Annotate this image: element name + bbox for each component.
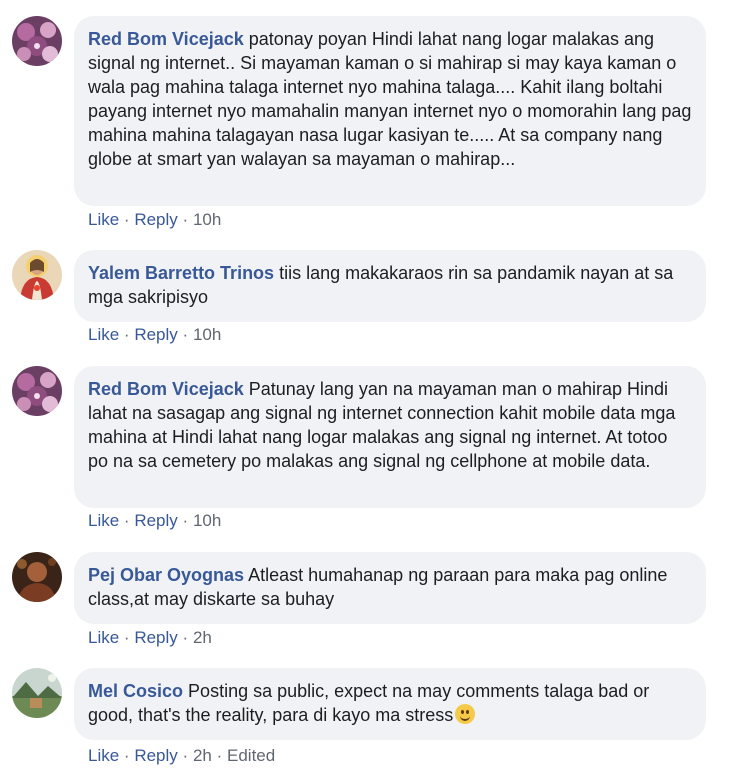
comment-timestamp[interactable]: 2h (193, 628, 212, 647)
separator: · (123, 210, 130, 229)
sacred-heart-avatar-icon (12, 250, 62, 300)
comment-timestamp[interactable]: 10h (193, 511, 221, 530)
comment-actions: Like · Reply · 10h (88, 210, 221, 230)
avatar[interactable] (12, 668, 62, 718)
comment-text: patonay poyan Hindi lahat nang logar mal… (88, 29, 692, 169)
comment-author[interactable]: Red Bom Vicejack (88, 379, 244, 399)
purple-floral-avatar-icon (12, 16, 62, 66)
comment-actions: Like · Reply · 10h (88, 325, 221, 345)
comment-bubble: Yalem Barretto Trinos tiis lang makakara… (74, 250, 706, 322)
reply-button[interactable]: Reply (134, 511, 177, 530)
comment-actions: Like · Reply · 10h (88, 511, 221, 531)
landscape-avatar-icon (12, 668, 62, 718)
comment-author[interactable]: Red Bom Vicejack (88, 29, 244, 49)
like-button[interactable]: Like (88, 210, 119, 229)
reply-button[interactable]: Reply (134, 746, 177, 765)
avatar[interactable] (12, 250, 62, 300)
separator: · (182, 746, 189, 765)
like-button[interactable]: Like (88, 628, 119, 647)
like-button[interactable]: Like (88, 511, 119, 530)
comment-bubble: Red Bom Vicejack patonay poyan Hindi lah… (74, 16, 706, 206)
separator: · (216, 746, 223, 765)
like-button[interactable]: Like (88, 325, 119, 344)
comment-bubble: Pej Obar Oyognas Atleast humahanap ng pa… (74, 552, 706, 624)
comment-timestamp[interactable]: 10h (193, 325, 221, 344)
comment-timestamp[interactable]: 10h (193, 210, 221, 229)
comment-actions: Like · Reply · 2h · Edited (88, 746, 275, 766)
comment-bubble: Mel Cosico Posting sa public, expect na … (74, 668, 706, 740)
dark-portrait-avatar-icon (12, 552, 62, 602)
avatar[interactable] (12, 366, 62, 416)
avatar[interactable] (12, 552, 62, 602)
comment-timestamp[interactable]: 2h (193, 746, 212, 765)
reply-button[interactable]: Reply (134, 325, 177, 344)
reply-button[interactable]: Reply (134, 210, 177, 229)
separator: · (182, 511, 189, 530)
separator: · (182, 325, 189, 344)
edited-label[interactable]: Edited (227, 746, 275, 765)
comment-actions: Like · Reply · 2h (88, 628, 212, 648)
separator: · (123, 628, 130, 647)
comment-author[interactable]: Pej Obar Oyognas (88, 565, 244, 585)
avatar[interactable] (12, 16, 62, 66)
comment-bubble: Red Bom Vicejack Patunay lang yan na may… (74, 366, 706, 508)
separator: · (123, 325, 130, 344)
smiling-face-emoji-icon (455, 704, 476, 724)
separator: · (182, 628, 189, 647)
purple-floral-avatar-icon (12, 366, 62, 416)
comment-author[interactable]: Mel Cosico (88, 681, 183, 701)
separator: · (123, 511, 130, 530)
like-button[interactable]: Like (88, 746, 119, 765)
comment-author[interactable]: Yalem Barretto Trinos (88, 263, 274, 283)
separator: · (123, 746, 130, 765)
separator: · (182, 210, 189, 229)
reply-button[interactable]: Reply (134, 628, 177, 647)
